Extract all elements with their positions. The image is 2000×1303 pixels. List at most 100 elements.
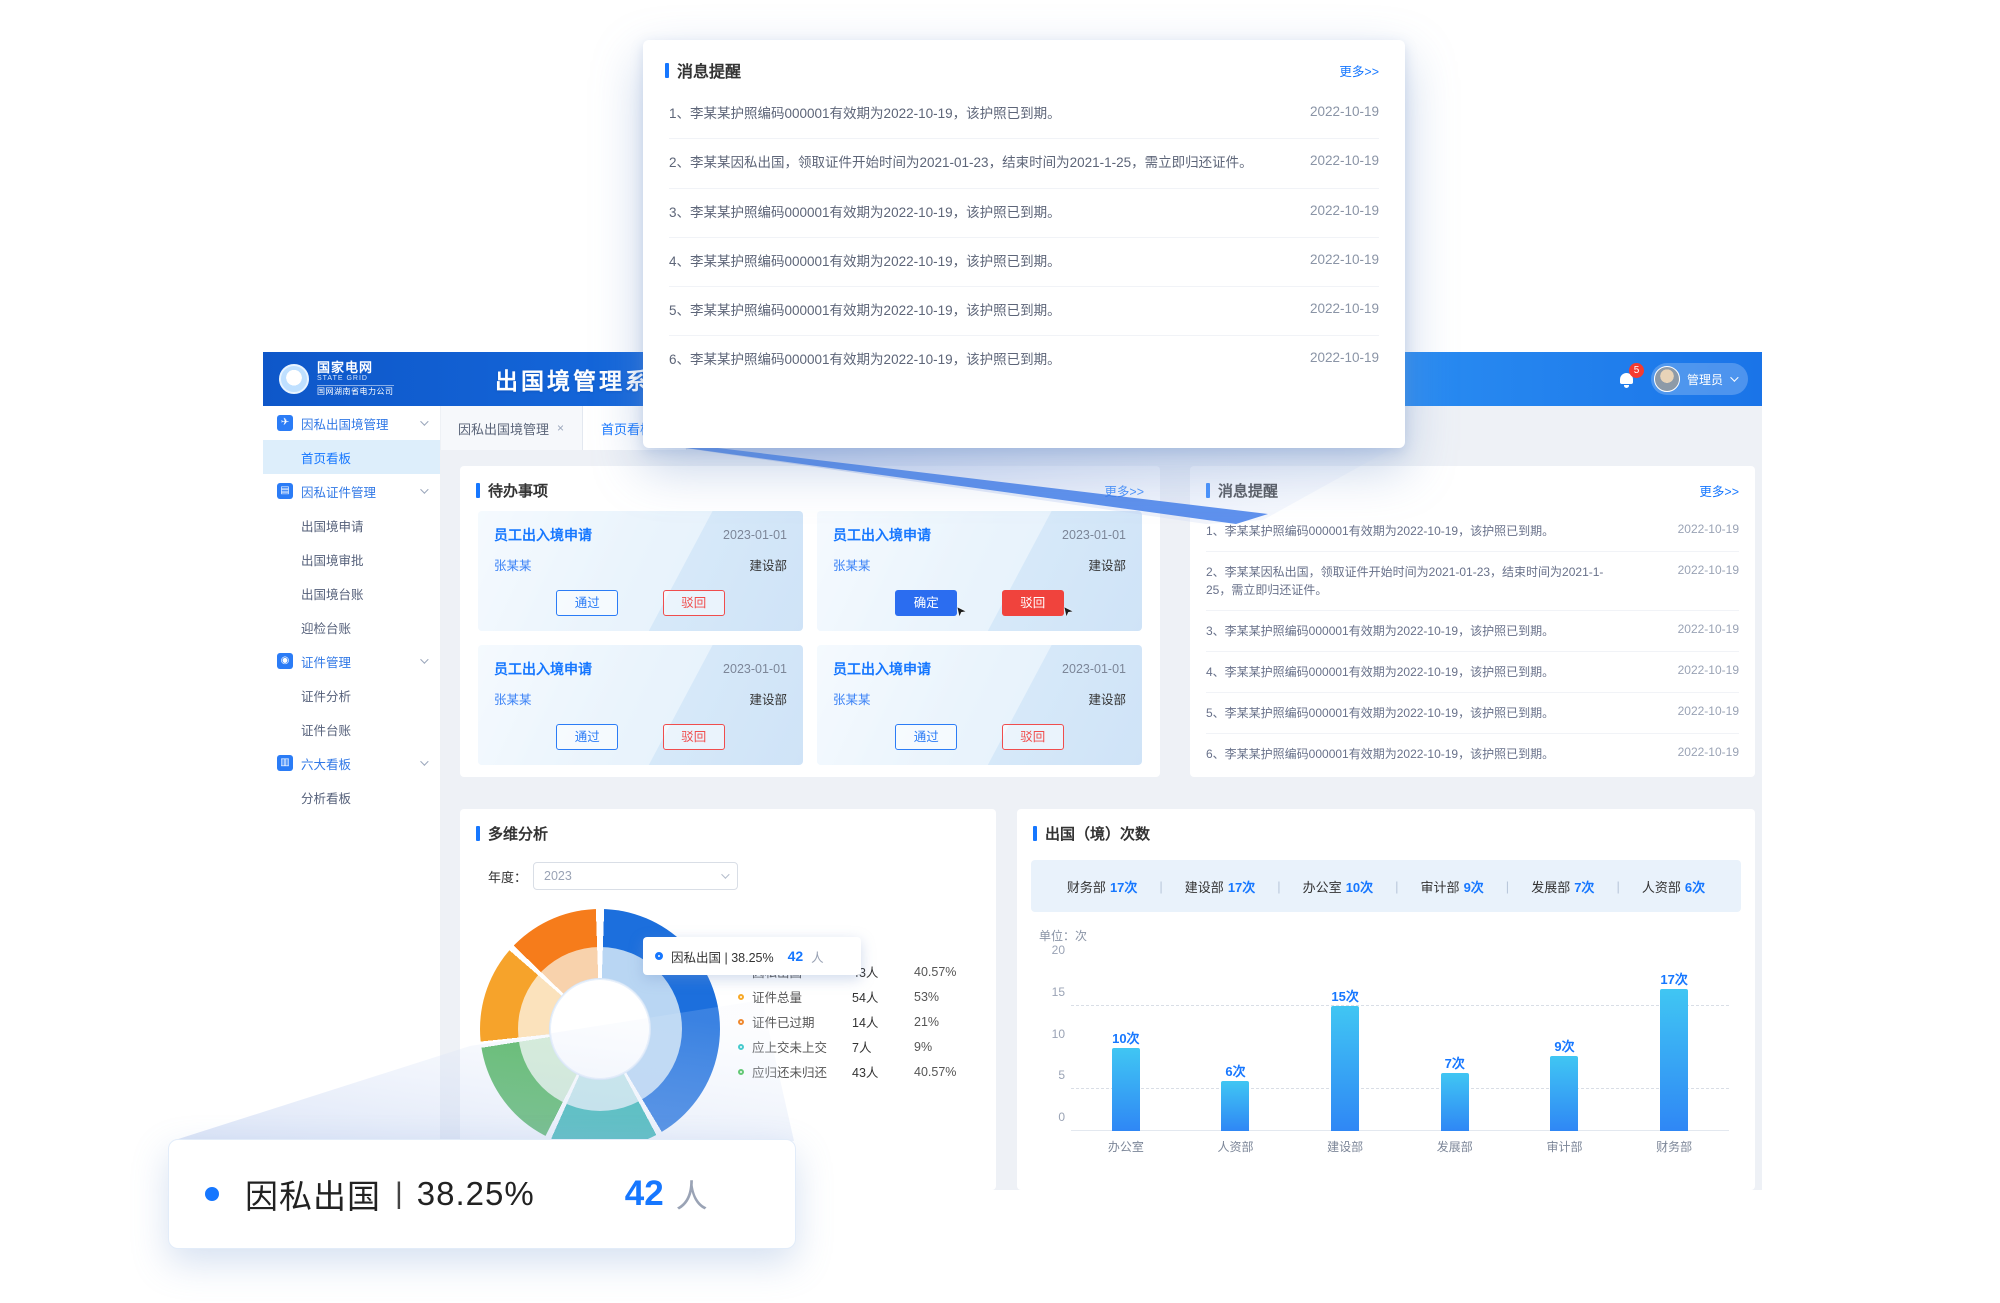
message-row[interactable]: 3、李某某护照编码000001有效期为2022-10-19，该护照已到期。202… xyxy=(1206,611,1739,652)
sidebar-group-private-exit[interactable]: ✈ 因私出国境管理 xyxy=(263,406,440,440)
sidebar-item-exit-approve[interactable]: 出国境审批 xyxy=(263,542,440,576)
approve-button[interactable]: 通过 xyxy=(556,590,618,616)
notification-badge: 5 xyxy=(1629,363,1644,378)
logo-subtitle: STATE GRID xyxy=(317,375,394,382)
chevron-down-icon xyxy=(420,485,428,493)
todo-card: 员工出入境申请2023-01-01 张某某建设部 通过 驳回 xyxy=(478,511,803,631)
legend-item: 证件已过期14人21% xyxy=(738,1009,956,1034)
message-row[interactable]: 6、李某某护照编码000001有效期为2022-10-19，该护照已到期。202… xyxy=(669,336,1379,384)
reject-button[interactable]: 驳回➤ xyxy=(1002,590,1064,616)
popup-more-link[interactable]: 更多>> xyxy=(1339,61,1379,80)
year-label: 年度： xyxy=(488,867,527,886)
trips-panel: 出国（境）次数 财务部17次| 建设部17次| 办公室10次| 审计部9次| 发… xyxy=(1017,809,1755,1190)
approve-button[interactable]: 通过 xyxy=(556,724,618,750)
department-stats-bar: 财务部17次| 建设部17次| 办公室10次| 审计部9次| 发展部7次| 人资… xyxy=(1031,860,1741,912)
message-row[interactable]: 4、李某某护照编码000001有效期为2022-10-19，该护照已到期。202… xyxy=(1206,652,1739,693)
todo-more-link[interactable]: 更多>> xyxy=(1104,481,1144,500)
magnified-tooltip-callout: 因私出国 | 38.25% 42 人 xyxy=(168,1139,796,1249)
messages-title: 消息提醒 xyxy=(1218,480,1278,501)
todo-panel: 待办事项 更多>> 员工出入境申请2023-01-01 张某某建设部 通过 驳回… xyxy=(460,466,1160,777)
popup-title: 消息提醒 xyxy=(677,58,741,82)
legend-item: 证件总量54人53% xyxy=(738,984,956,1009)
chevron-down-icon xyxy=(420,417,428,425)
certificate-icon: ◉ xyxy=(277,653,293,669)
message-row[interactable]: 1、李某某护照编码000001有效期为2022-10-19，该护照已到期。202… xyxy=(1206,511,1739,552)
bar-development[interactable]: 7次 xyxy=(1441,1073,1469,1131)
todo-title: 待办事项 xyxy=(488,480,548,501)
legend-item: 应上交未上交7人9% xyxy=(738,1034,956,1059)
user-menu[interactable]: 管理员 xyxy=(1651,363,1748,395)
chevron-down-icon xyxy=(1730,373,1738,381)
todo-card: 员工出入境申请2023-01-01 张某某建设部 确定➤ 驳回➤ xyxy=(817,511,1142,631)
plane-icon: ✈ xyxy=(277,415,293,431)
message-row[interactable]: 5、李某某护照编码000001有效期为2022-10-19，该护照已到期。202… xyxy=(1206,693,1739,734)
user-name: 管理员 xyxy=(1687,371,1723,388)
legend-dot-icon xyxy=(738,994,744,1000)
message-row[interactable]: 2、李某某因私出国，领取证件开始时间为2021-01-23，结束时间为2021-… xyxy=(1206,552,1739,611)
legend-dot-icon xyxy=(738,1019,744,1025)
avatar xyxy=(1654,366,1680,392)
legend-item: 应归还未归还43人40.57% xyxy=(738,1059,956,1084)
message-row[interactable]: 6、李某某护照编码000001有效期为2022-10-19，该护照已到期。202… xyxy=(1206,734,1739,774)
title-bar-accent xyxy=(476,826,480,841)
sidebar-group-six-boards[interactable]: ▥ 六大看板 xyxy=(263,746,440,780)
sidebar-item-home-board[interactable]: 首页看板 xyxy=(263,440,440,474)
bar-construction[interactable]: 15次 xyxy=(1331,1006,1359,1131)
chevron-down-icon xyxy=(420,757,428,765)
chevron-down-icon xyxy=(420,655,428,663)
page: 国家电网 STATE GRID 国网湖南省电力公司 出国境管理系统 5 管理员 … xyxy=(0,0,2000,1303)
chart-tooltip: 因私出国 | 38.25% 42 人 xyxy=(643,937,861,975)
mouse-cursor-icon: ➤ xyxy=(1053,599,1080,623)
bar-chart: 0 5 10 15 20 10次办公室 6次人资部 15次建设部 7次发展部 9… xyxy=(1045,949,1735,1161)
dashboard-icon: ▥ xyxy=(277,755,293,771)
messages-more-link[interactable]: 更多>> xyxy=(1699,481,1739,500)
state-grid-logo-icon xyxy=(279,364,309,394)
logo-company: 国网湖南省电力公司 xyxy=(317,385,394,396)
notification-bell-icon[interactable]: 5 xyxy=(1617,369,1637,389)
reject-button[interactable]: 驳回 xyxy=(1002,724,1064,750)
title-bar-accent xyxy=(476,483,480,498)
sidebar-group-cert-mgmt[interactable]: ◉ 证件管理 xyxy=(263,644,440,678)
bar-finance[interactable]: 17次 xyxy=(1660,989,1688,1131)
ring-icon xyxy=(655,952,663,960)
bar-office[interactable]: 10次 xyxy=(1112,1048,1140,1132)
message-row[interactable]: 2、李某某因私出国，领取证件开始时间为2021-01-23，结束时间为2021-… xyxy=(669,139,1379,188)
close-icon[interactable]: × xyxy=(557,421,564,435)
reject-button[interactable]: 驳回 xyxy=(663,590,725,616)
message-row[interactable]: 5、李某某护照编码000001有效期为2022-10-19，该护照已到期。202… xyxy=(669,287,1379,336)
message-row[interactable]: 4、李某某护照编码000001有效期为2022-10-19，该护照已到期。202… xyxy=(669,238,1379,287)
reject-button[interactable]: 驳回 xyxy=(663,724,725,750)
confirm-button[interactable]: 确定➤ xyxy=(895,590,957,616)
sidebar-item-cert-ledger[interactable]: 证件台账 xyxy=(263,712,440,746)
message-row[interactable]: 1、李某某护照编码000001有效期为2022-10-19，该护照已到期。202… xyxy=(669,90,1379,139)
todo-card: 员工出入境申请2023-01-01 张某某建设部 通过 驳回 xyxy=(817,645,1142,765)
year-select[interactable]: 2023 xyxy=(533,862,738,890)
message-row[interactable]: 3、李某某护照编码000001有效期为2022-10-19，该护照已到期。202… xyxy=(669,189,1379,238)
bar-hr[interactable]: 6次 xyxy=(1221,1081,1249,1131)
sidebar-item-exit-apply[interactable]: 出国境申请 xyxy=(263,508,440,542)
todo-card: 员工出入境申请2023-01-01 张某某建设部 通过 驳回 xyxy=(478,645,803,765)
sidebar-item-exit-ledger[interactable]: 出国境台账 xyxy=(263,576,440,610)
donut-hole xyxy=(550,979,650,1079)
title-bar-accent xyxy=(665,63,669,78)
logo-title: 国家电网 xyxy=(317,361,394,375)
messages-popup: 消息提醒 更多>> 1、李某某护照编码000001有效期为2022-10-19，… xyxy=(643,40,1405,448)
bar-audit[interactable]: 9次 xyxy=(1550,1056,1578,1131)
sidebar-group-private-cert[interactable]: ▤ 因私证件管理 xyxy=(263,474,440,508)
legend-dot-icon xyxy=(738,1069,744,1075)
chart-unit-label: 单位：次 xyxy=(1039,927,1087,944)
trips-title: 出国（境）次数 xyxy=(1045,823,1150,844)
id-card-icon: ▤ xyxy=(277,483,293,499)
chevron-down-icon xyxy=(721,870,729,878)
analysis-title: 多维分析 xyxy=(488,823,548,844)
mouse-cursor-icon: ➤ xyxy=(947,599,974,623)
sidebar-item-inspection-ledger[interactable]: 迎检台账 xyxy=(263,610,440,644)
chart-legend: 因私出国43人40.57% 证件总量54人53% 证件已过期14人21% 应上交… xyxy=(738,959,956,1084)
sidebar-item-cert-analysis[interactable]: 证件分析 xyxy=(263,678,440,712)
title-bar-accent xyxy=(1206,483,1210,498)
tab-private-exit-mgmt[interactable]: 因私出国境管理× xyxy=(440,406,583,450)
sidebar-item-analysis-board[interactable]: 分析看板 xyxy=(263,780,440,814)
logo: 国家电网 STATE GRID 国网湖南省电力公司 xyxy=(263,361,463,396)
sidebar: ✈ 因私出国境管理 首页看板 ▤ 因私证件管理 出国境申请 出国境审批 出国境台… xyxy=(263,406,440,1190)
approve-button[interactable]: 通过 xyxy=(895,724,957,750)
